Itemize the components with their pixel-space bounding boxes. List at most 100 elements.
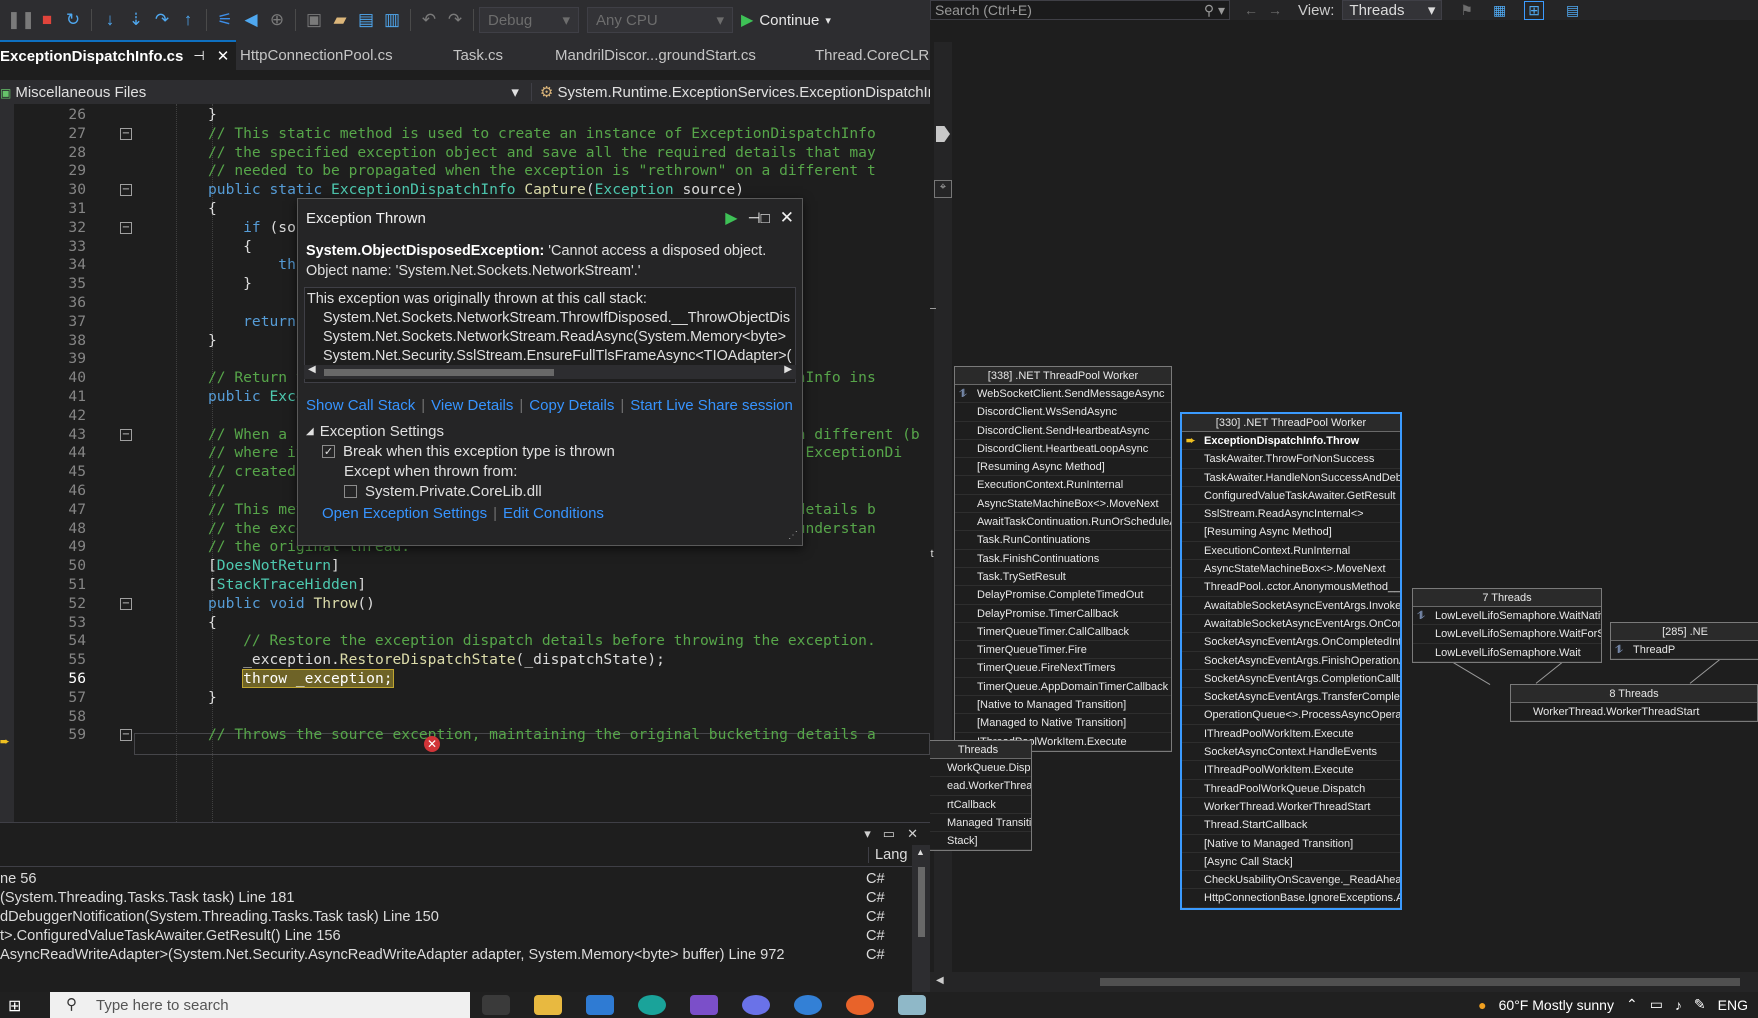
live-share-link[interactable]: Start Live Share session bbox=[630, 397, 793, 414]
thread-node-285[interactable]: [285] .NE ⥮ ThreadP bbox=[1610, 622, 1758, 661]
stack-frame[interactable]: ExecutionContext.RunInternal bbox=[955, 476, 1171, 495]
call-stack-row[interactable]: ne 56 C# bbox=[0, 869, 912, 890]
restart-icon[interactable]: ↻ bbox=[60, 7, 86, 33]
stack-frame[interactable]: OperationQueue<>.ProcessAsyncOperation bbox=[1182, 706, 1400, 725]
forward-arrow-icon[interactable]: → bbox=[1268, 2, 1282, 18]
fold-toggle-icon[interactable]: − bbox=[120, 597, 132, 610]
undo-icon[interactable]: ↶ bbox=[416, 7, 442, 33]
stack-frame[interactable]: rtCallback bbox=[930, 796, 1031, 814]
tab-thread-coreclr[interactable]: Thread.CoreCLR bbox=[811, 40, 930, 70]
scroll-left-icon[interactable]: ◀ bbox=[308, 364, 316, 375]
tab-task[interactable]: Task.cs bbox=[449, 40, 551, 70]
stack-frame[interactable]: TimerQueue.FireNextTimers bbox=[955, 659, 1171, 678]
stack-frame[interactable]: IThreadPoolWorkItem.Execute bbox=[1182, 725, 1400, 744]
break-all-icon[interactable]: ❚❚ bbox=[7, 7, 36, 33]
stack-frame[interactable]: [Resuming Async Method] bbox=[955, 458, 1171, 477]
stack-frame[interactable]: [Async Call Stack] bbox=[1182, 853, 1400, 872]
stack-frame[interactable]: SocketAsyncEventArgs.TransferCompletionC… bbox=[1182, 688, 1400, 707]
step-over-curve-icon[interactable]: ↷ bbox=[149, 7, 175, 33]
discord-icon[interactable] bbox=[742, 995, 770, 1015]
stack-frame[interactable]: WorkQueue.Dispatch bbox=[930, 759, 1031, 778]
taskbar-search-input[interactable]: ⚲ Type here to search bbox=[50, 992, 470, 1018]
notepad-icon[interactable] bbox=[898, 995, 926, 1015]
stack-frame[interactable]: ⥮ LowLevelLifoSemaphore.WaitNative bbox=[1413, 607, 1601, 626]
stack-frame[interactable]: AwaitableSocketAsyncEventArgs.OnComplet.… bbox=[1182, 615, 1400, 634]
thread-node-330[interactable]: [330] .NET ThreadPool Worker ➨ ExceptionDi… bbox=[1180, 412, 1402, 910]
stack-frame[interactable]: Managed Transition] bbox=[930, 814, 1031, 833]
method-view-icon[interactable]: ▦ bbox=[1493, 2, 1506, 19]
module-checkbox-row[interactable]: System.Private.CoreLib.dll bbox=[306, 481, 786, 501]
close-icon[interactable]: ✕ bbox=[217, 47, 230, 65]
graph-search-input[interactable]: Search (Ctrl+E) ⚲ ▾ bbox=[930, 0, 1230, 20]
stack-horizontal-scrollbar[interactable]: ◀ ▶ bbox=[304, 364, 796, 379]
stop-debugging-icon[interactable]: ■ bbox=[34, 7, 60, 33]
stack-frame[interactable]: TimerQueueTimer.Fire bbox=[955, 641, 1171, 660]
parallel-stacks-graph[interactable]: ⌖ [338] .NET ThreadPool Worker ⥮ WebSocket… bbox=[930, 20, 1758, 992]
windows-start-icon[interactable]: ⊞ bbox=[8, 996, 21, 1016]
stack-frame[interactable]: ⥮ ThreadP bbox=[1611, 641, 1758, 660]
stack-frame[interactable]: ExecutionContext.RunInternal bbox=[1182, 542, 1400, 561]
stack-frame[interactable]: [Native to Managed Transition] bbox=[955, 696, 1171, 715]
scrollbar-thumb[interactable] bbox=[918, 867, 925, 937]
member-dropdown[interactable]: ⚙ System.Runtime.ExceptionServices.Excep… bbox=[532, 83, 930, 101]
stack-frame[interactable]: SocketAsyncContext.HandleEvents bbox=[1182, 743, 1400, 762]
stack-frame[interactable]: ConfiguredValueTaskAwaiter.GetResult bbox=[1182, 487, 1400, 506]
stack-frame[interactable]: IThreadPoolWorkItem.Execute bbox=[1182, 761, 1400, 780]
stack-frame[interactable]: TimerQueueTimer.CallCallback bbox=[955, 623, 1171, 642]
fold-toggle-icon[interactable]: − bbox=[120, 127, 132, 140]
stack-frame[interactable]: AwaitTaskContinuation.RunOrScheduleActio… bbox=[955, 513, 1171, 532]
project-dropdown[interactable]: ▣ Miscellaneous Files ▾ bbox=[0, 83, 532, 101]
fold-toggle-icon[interactable]: − bbox=[120, 221, 132, 234]
maximize-icon[interactable]: ▭ bbox=[883, 826, 895, 842]
resize-grip-icon[interactable]: ⋰ bbox=[788, 530, 798, 541]
platform-combo[interactable]: Any CPU ▾ bbox=[587, 7, 733, 33]
copy-details-link[interactable]: Copy Details bbox=[529, 397, 614, 414]
flag-icon[interactable]: ⚑ bbox=[1460, 2, 1473, 19]
scrollbar-thumb[interactable] bbox=[324, 369, 554, 376]
graph-horizontal-scrollbar[interactable]: ◀ bbox=[930, 972, 1758, 992]
file-explorer-icon[interactable] bbox=[534, 995, 562, 1015]
stack-frame[interactable]: ThreadPoolWorkQueue.Dispatch bbox=[1182, 780, 1400, 798]
scroll-left-icon[interactable]: ◀ bbox=[936, 975, 944, 986]
stack-frame[interactable]: WorkerThread.WorkerThreadStart bbox=[1182, 798, 1400, 817]
call-stack-row[interactable]: AsyncReadWriteAdapter>(System.Net.Securi… bbox=[0, 945, 912, 966]
scroll-up-icon[interactable]: ▲ bbox=[916, 847, 925, 857]
window-options-icon[interactable]: ▾ bbox=[864, 826, 871, 842]
fold-toggle-icon[interactable]: − bbox=[120, 428, 132, 441]
zoom-fit-icon[interactable]: ⌖ bbox=[934, 180, 952, 198]
open-exception-settings-link[interactable]: Open Exception Settings bbox=[322, 505, 487, 522]
stack-frame[interactable]: ⥮ WebSocketClient.SendMessageAsync bbox=[955, 385, 1171, 404]
tab-httpconnectionpool[interactable]: HttpConnectionPool.cs bbox=[236, 40, 449, 70]
stack-frame[interactable]: ead.WorkerThreadStart bbox=[930, 777, 1031, 796]
stack-frame[interactable]: Thread.StartCallback bbox=[1182, 816, 1400, 835]
stack-frame[interactable]: SocketAsyncEventArgs.FinishOperationAsyn… bbox=[1182, 652, 1400, 670]
stack-frame[interactable]: TaskAwaiter.HandleNonSuccessAndDebugge..… bbox=[1182, 469, 1400, 487]
language-indicator[interactable]: ENG bbox=[1718, 997, 1748, 1013]
stack-frame[interactable]: LowLevelLifoSemaphore.WaitForSignal bbox=[1413, 625, 1601, 644]
collapse-triangle-icon[interactable]: ◢ bbox=[306, 426, 314, 437]
threads-toggle-icon[interactable]: ⚟ bbox=[212, 7, 238, 33]
continue-play-icon[interactable]: ▶ bbox=[725, 208, 737, 228]
save-icon[interactable]: ▤ bbox=[353, 7, 379, 33]
call-stack-scrollbar[interactable]: ▲ bbox=[912, 845, 930, 993]
thread-group-threads[interactable]: Threads WorkQueue.Dispatch ead.WorkerThrea… bbox=[930, 740, 1032, 852]
stack-frame[interactable]: SocketAsyncEventArgs.OnCompletedInternal bbox=[1182, 633, 1400, 652]
stack-frame[interactable]: AsyncStateMachineBox<>.MoveNext bbox=[955, 495, 1171, 514]
settings-header-row[interactable]: ◢ Exception Settings bbox=[306, 421, 786, 441]
pen-icon[interactable]: ✎ bbox=[1694, 996, 1706, 1013]
zoom-icon[interactable]: ⊞ bbox=[1524, 0, 1544, 20]
save-graph-icon[interactable]: ▤ bbox=[1566, 2, 1579, 19]
stack-frame[interactable]: Stack] bbox=[930, 832, 1031, 851]
network-icon[interactable]: ▭ bbox=[1650, 996, 1663, 1013]
redo-icon[interactable]: ↷ bbox=[442, 7, 468, 33]
stack-frame[interactable]: DiscordClient.WsSendAsync bbox=[955, 403, 1171, 422]
stack-frame[interactable]: [Resuming Async Method] bbox=[1182, 523, 1400, 542]
volume-icon[interactable]: ♪ bbox=[1675, 997, 1682, 1013]
lang-column-header[interactable]: Lang bbox=[868, 847, 907, 863]
app-icon[interactable] bbox=[586, 995, 614, 1015]
show-call-stack-link[interactable]: Show Call Stack bbox=[306, 397, 415, 414]
continue-button[interactable]: ▶ Continue ▾ bbox=[741, 10, 831, 30]
stack-frame[interactable]: TimerQueue.AppDomainTimerCallback bbox=[955, 678, 1171, 697]
stack-frame[interactable]: HttpConnectionBase.IgnoreExceptions.Anon… bbox=[1182, 889, 1400, 908]
call-stack-row[interactable]: dDebuggerNotification(System.Threading.T… bbox=[0, 907, 912, 928]
